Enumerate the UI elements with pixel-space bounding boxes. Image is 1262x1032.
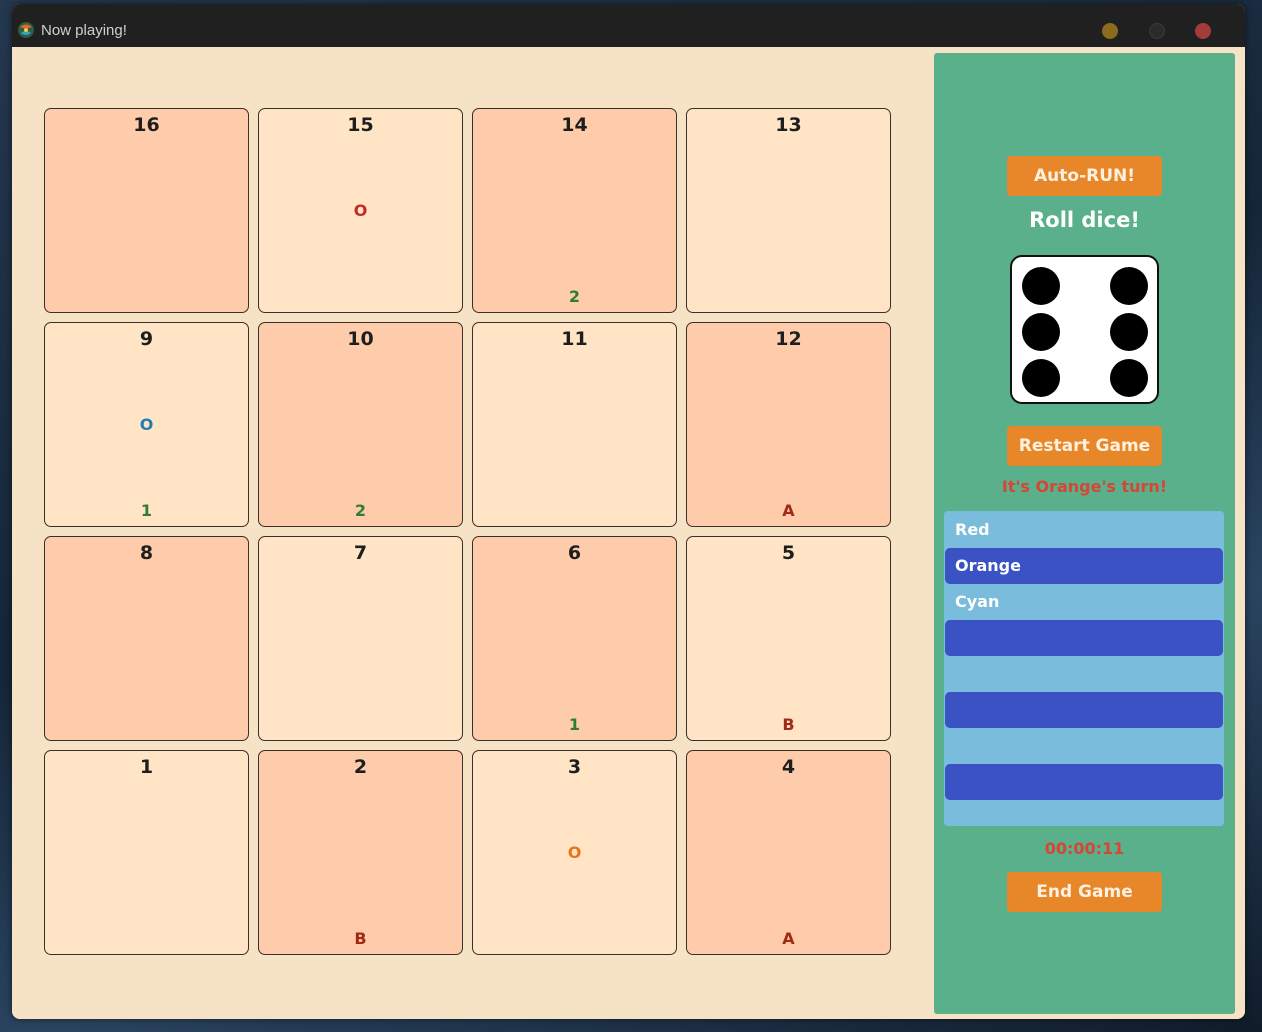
game-timer: 00:00:11: [1044, 839, 1125, 858]
restart-game-button[interactable]: Restart Game: [1007, 426, 1162, 466]
board-cell[interactable]: 3O: [472, 750, 677, 955]
player-row: Red: [955, 520, 990, 539]
player-row: [945, 728, 1223, 764]
cell-marker: B: [782, 715, 795, 734]
cell-number: 16: [133, 114, 160, 136]
board-cell[interactable]: 7: [258, 536, 463, 741]
die-pip: [1022, 267, 1060, 305]
board-cell[interactable]: 13: [686, 108, 891, 313]
player-row: [945, 764, 1223, 800]
cell-number: 13: [775, 114, 802, 136]
player-row: Orange: [945, 548, 1223, 584]
window-title: Now playing!: [41, 22, 127, 39]
board-cell[interactable]: 15 O: [258, 108, 463, 313]
board-cell[interactable]: 9 O 1: [44, 322, 249, 527]
player-row: [945, 692, 1223, 728]
turn-indicator: It's Orange's turn!: [1001, 477, 1168, 496]
control-panel: Auto-RUN! Roll dice! Restart Game It's O…: [934, 53, 1235, 1014]
cell-marker: 1: [568, 715, 581, 734]
close-button[interactable]: [1195, 23, 1211, 39]
board-cell[interactable]: 12 A: [686, 322, 891, 527]
minimize-button[interactable]: [1102, 23, 1118, 39]
board-cell[interactable]: 8: [44, 536, 249, 741]
end-game-button[interactable]: End Game: [1007, 872, 1162, 912]
board-cell[interactable]: 16: [44, 108, 249, 313]
cell-number: 5: [781, 542, 796, 564]
cell-number: 7: [353, 542, 368, 564]
player-row: [945, 656, 1223, 692]
board-cell[interactable]: 5B: [686, 536, 891, 741]
player-token: O: [353, 201, 368, 220]
cell-marker: 2: [568, 287, 581, 306]
board-cell[interactable]: 10 2: [258, 322, 463, 527]
auto-run-button[interactable]: Auto-RUN!: [1007, 156, 1162, 196]
player-list: Red Orange Cyan: [944, 511, 1224, 826]
board-cell[interactable]: 2B: [258, 750, 463, 955]
board-cell[interactable]: 61: [472, 536, 677, 741]
die[interactable]: [1010, 255, 1159, 404]
cell-number: 8: [139, 542, 154, 564]
board-cell[interactable]: 1: [44, 750, 249, 955]
die-pip: [1110, 359, 1148, 397]
cell-number: 15: [347, 114, 374, 136]
cell-number: 12: [775, 328, 802, 350]
player-token: O: [567, 843, 582, 862]
board-cell[interactable]: 4A: [686, 750, 891, 955]
cell-number: 9: [139, 328, 154, 350]
title-bar[interactable]: Now playing!: [12, 4, 1245, 47]
board-cell[interactable]: 11: [472, 322, 677, 527]
maximize-button[interactable]: [1149, 23, 1165, 39]
player-token: O: [139, 415, 154, 434]
die-pip: [1110, 267, 1148, 305]
cell-marker: 1: [140, 501, 153, 520]
game-content: 16 15 O 14 2 13 9 O 1 10 2 11 12 A 8 7 6 1 5 B 1 2 B 3 O 4 A Auto-…: [12, 47, 1245, 1019]
die-pip: [1110, 313, 1148, 351]
roll-dice-label[interactable]: Roll dice!: [934, 208, 1235, 232]
cell-marker: A: [782, 929, 795, 948]
cell-number: 11: [561, 328, 588, 350]
app-icon: [18, 22, 34, 38]
cell-marker: 2: [354, 501, 367, 520]
cell-number: 10: [347, 328, 374, 350]
die-pip: [1022, 359, 1060, 397]
cell-number: 3: [567, 756, 582, 778]
board-cell[interactable]: 14 2: [472, 108, 677, 313]
cell-number: 6: [567, 542, 582, 564]
cell-marker: B: [354, 929, 367, 948]
cell-number: 14: [561, 114, 588, 136]
cell-number: 2: [353, 756, 368, 778]
cell-number: 4: [781, 756, 796, 778]
app-window: Now playing! 16 15 O 14 2 13 9 O 1 10 2 11 12 A 8 7 6 1 5 B…: [12, 4, 1245, 1019]
player-row: Cyan: [955, 592, 1000, 611]
cell-marker: A: [782, 501, 795, 520]
game-board: 16 15 O 14 2 13 9 O 1 10 2 11 12 A 8 7 6 1 5 B 1 2 B 3 O 4 A: [44, 108, 896, 960]
die-pip: [1022, 313, 1060, 351]
player-row: [945, 620, 1223, 656]
cell-number: 1: [139, 756, 154, 778]
